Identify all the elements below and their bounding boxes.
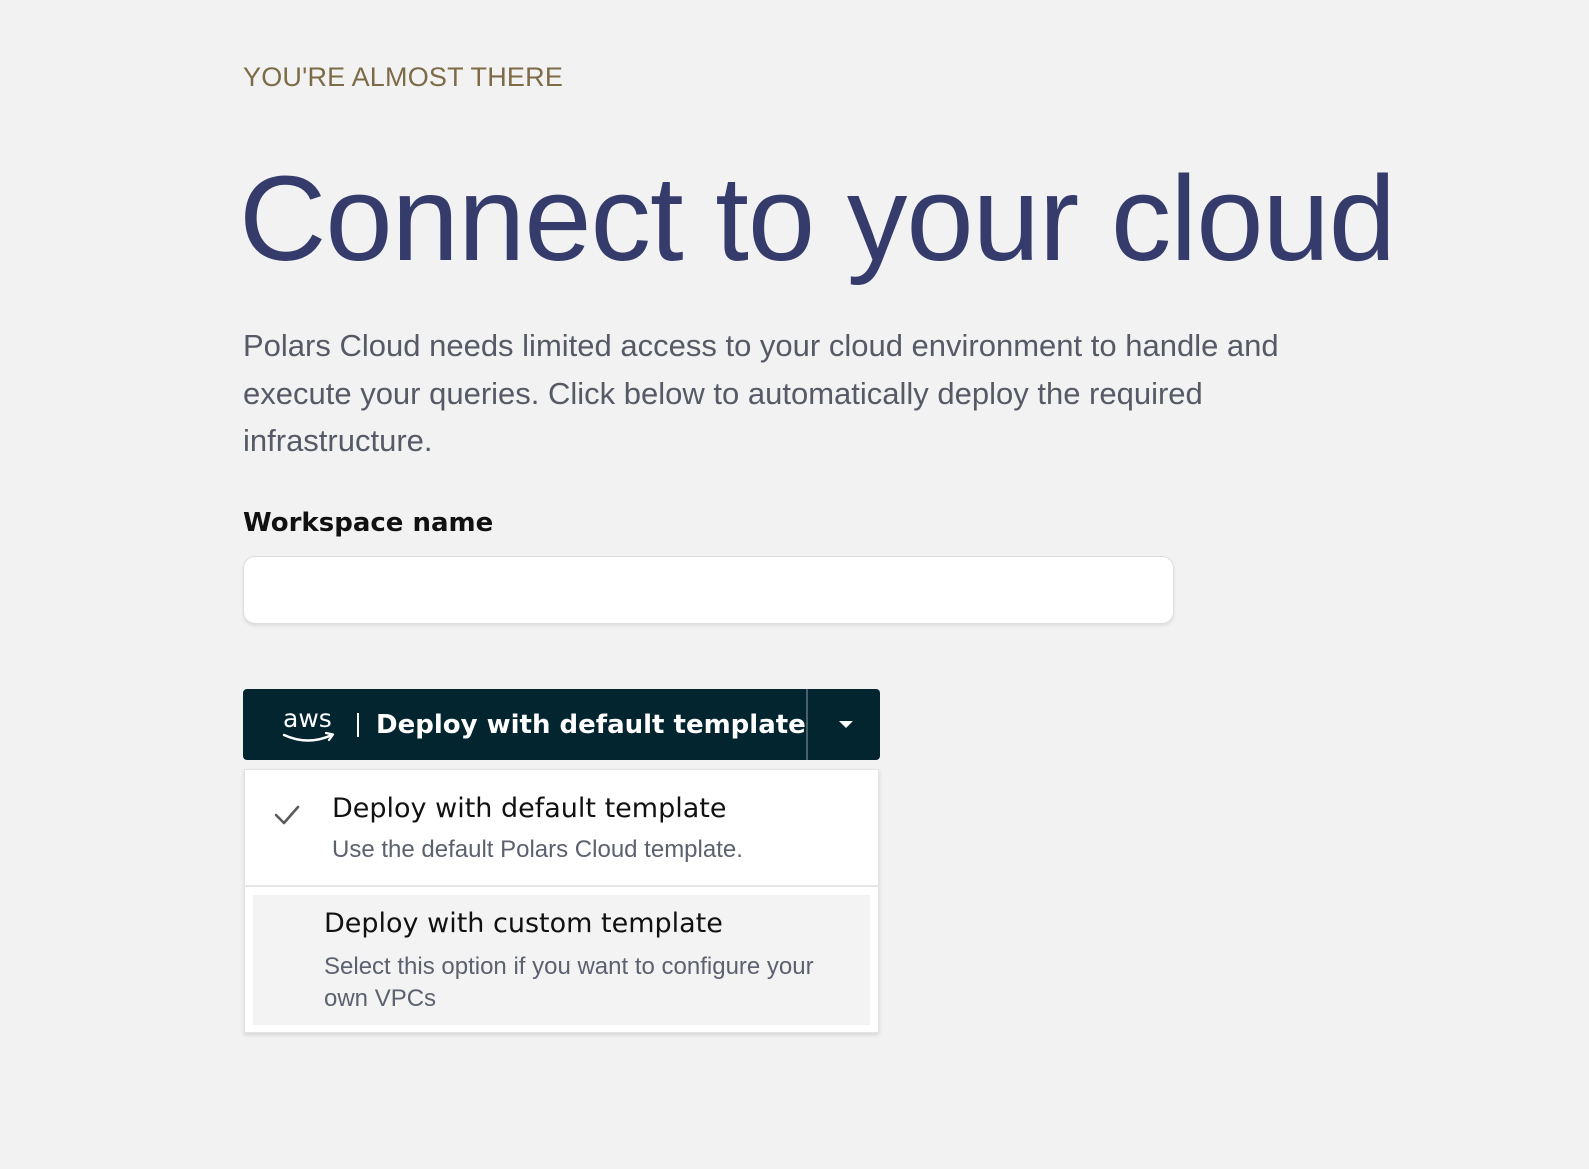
menu-option-description: Select this option if you want to config… — [324, 953, 814, 1012]
deploy-button[interactable]: aws Deploy with default template — [243, 689, 806, 760]
menu-option-title: Deploy with custom template — [324, 908, 723, 939]
page-title: Connect to your cloud — [239, 150, 1396, 286]
deploy-options-toggle[interactable] — [808, 689, 880, 760]
svg-text:aws: aws — [283, 704, 332, 733]
menu-option-description: Use the default Polars Cloud template. — [332, 836, 743, 863]
caret-down-icon — [838, 721, 853, 728]
eyebrow-text: YOU'RE ALMOST THERE — [243, 62, 564, 92]
menu-divider — [245, 885, 878, 887]
workspace-name-input[interactable] — [243, 556, 1174, 624]
check-icon — [274, 805, 300, 825]
menu-option-title: Deploy with default template — [332, 793, 727, 824]
menu-option-default-template[interactable]: Deploy with default template Use the def… — [245, 770, 878, 885]
menu-option-custom-template[interactable]: Deploy with custom template Select this … — [253, 895, 870, 1025]
aws-logo-icon: aws — [282, 704, 335, 742]
workspace-name-label: Workspace name — [243, 508, 494, 538]
deploy-split-button: aws Deploy with default template — [243, 689, 880, 760]
intro-paragraph: Polars Cloud needs limited access to you… — [243, 328, 1279, 458]
deploy-button-label: Deploy with default template — [376, 709, 806, 740]
deploy-options-menu: Deploy with default template Use the def… — [244, 769, 879, 1033]
logo-separator — [357, 712, 359, 737]
